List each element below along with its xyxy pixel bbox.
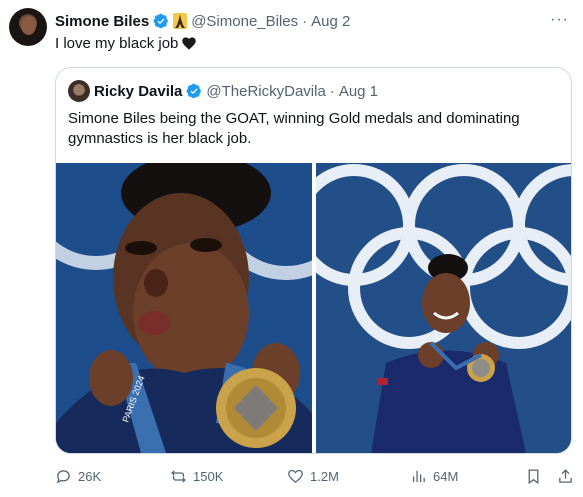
quoted-author-avatar <box>68 80 90 102</box>
separator-dot: · <box>329 82 335 100</box>
share-button[interactable] <box>557 468 574 485</box>
heart-outline-icon <box>288 469 303 483</box>
reply-count: 26K <box>78 469 102 484</box>
reply-button[interactable]: 26K <box>55 468 101 485</box>
views-count: 64M <box>433 469 459 484</box>
avatar-face <box>21 16 36 35</box>
author-name[interactable]: Simone Biles <box>55 13 149 30</box>
tweet-header: Simone Biles @Simone_Biles · Aug 2 <box>55 11 350 31</box>
bookmark-icon <box>528 469 539 485</box>
tweet-actions: 26K 150K 1.2M 64M <box>55 468 575 488</box>
views-chart-icon <box>412 470 425 483</box>
like-count: 1.2M <box>310 469 339 484</box>
repost-count: 150K <box>193 469 224 484</box>
quoted-author-handle: @TheRickyDavila <box>206 82 326 100</box>
author-handle[interactable]: @Simone_Biles <box>191 13 298 30</box>
quoted-author-name: Ricky Davila <box>94 82 183 100</box>
quoted-tweet[interactable]: Ricky Davila @TheRickyDavila · Aug 1 Sim… <box>55 67 572 454</box>
quoted-tweet-text: Simone Biles being the GOAT, winning Gol… <box>68 110 520 147</box>
photo-left-art: PARIS 2024 <box>56 163 312 453</box>
black-heart-icon <box>182 37 197 50</box>
quoted-tweet-date: Aug 1 <box>338 82 379 100</box>
tweet-text: I love my black job <box>55 35 197 52</box>
repost-button[interactable]: 150K <box>170 468 223 485</box>
verified-badge-icon <box>186 83 202 99</box>
author-avatar[interactable] <box>9 8 47 46</box>
share-icon <box>559 469 572 483</box>
separator-dot: · <box>302 12 308 30</box>
photo-olympic-rings-medal[interactable] <box>316 163 571 453</box>
verified-badge-icon <box>153 13 169 29</box>
repost-icon <box>171 470 186 483</box>
photo-kiss-medal[interactable]: PARIS 2024 <box>56 163 312 453</box>
bookmark-button[interactable] <box>525 468 542 485</box>
tweet-body: I love my black job <box>55 35 179 52</box>
photo-right-art <box>316 163 571 453</box>
views-button[interactable]: 64M <box>410 468 458 485</box>
more-options-icon[interactable]: ··· <box>550 11 569 29</box>
reply-icon <box>56 470 70 484</box>
eiffel-tower-badge-icon <box>173 13 188 29</box>
tweet-date[interactable]: Aug 2 <box>311 13 350 30</box>
quoted-tweet-header: Ricky Davila @TheRickyDavila · Aug 1 <box>68 80 378 102</box>
like-button[interactable]: 1.2M <box>287 468 339 485</box>
